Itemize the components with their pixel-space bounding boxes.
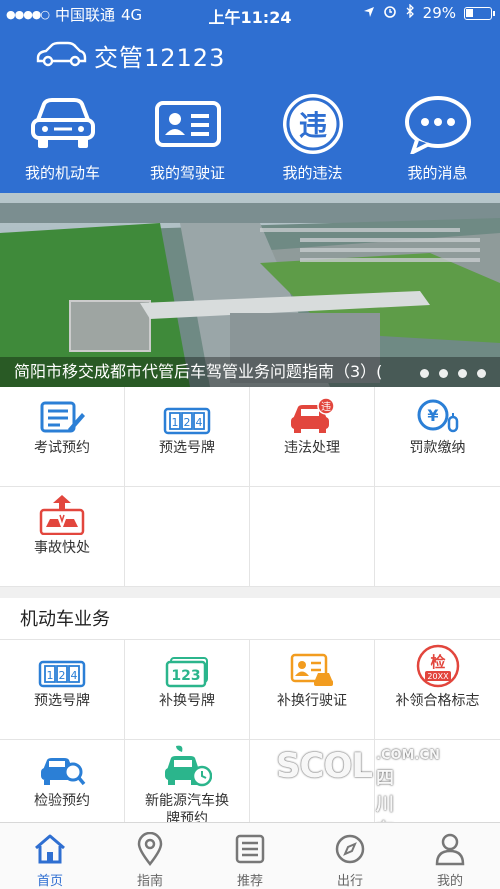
service-label: 补领合格标志 (395, 693, 480, 709)
svg-text:2: 2 (59, 669, 66, 682)
car-icon (0, 92, 125, 156)
svg-text:4: 4 (196, 416, 203, 429)
quick-nav-label: 我的驾驶证 (149, 164, 225, 182)
service-label: 补换行驶证 (277, 693, 347, 709)
service-fine-payment[interactable]: ¥ 罚款缴纳 (375, 387, 500, 487)
battery-percent: 29% (422, 4, 456, 22)
quick-nav-my-vehicle[interactable]: 我的机动车 (0, 92, 125, 190)
quick-nav-my-violation[interactable]: 违 我的违法 (250, 92, 375, 190)
alarm-icon (383, 4, 397, 22)
plate-replace-icon: 123 (125, 640, 249, 692)
service-label: 事故快处 (34, 540, 90, 556)
vehicle-service-plate-replace[interactable]: 123 补换号牌 (125, 640, 250, 740)
service-plate-select[interactable]: 1 2 4 预选号牌 (125, 387, 250, 487)
app-title-row: 交管12123 (34, 38, 225, 73)
section-title-vehicle: 机动车业务 (0, 598, 500, 640)
vehicle-service-plate-select[interactable]: 1 2 4 预选号牌 (0, 640, 125, 740)
status-bar: ●●●●○ 中国联通 4G 上午11:24 29% (0, 0, 500, 28)
svg-text:1: 1 (47, 669, 54, 682)
status-right: 29% (363, 3, 495, 22)
service-label: 预选号牌 (159, 440, 215, 456)
message-bubble-icon (375, 92, 500, 156)
compass-icon (300, 831, 400, 867)
driving-permit-icon (250, 640, 374, 692)
svg-text:4: 4 (71, 669, 78, 682)
vehicle-service-driving-permit[interactable]: 补换行驶证 (250, 640, 375, 740)
tab-label: 指南 (136, 874, 163, 889)
svg-text:违: 违 (321, 401, 331, 413)
tab-recommend[interactable]: 推荐 (200, 823, 300, 889)
location-arrow-icon (363, 4, 375, 22)
quick-nav-label: 我的机动车 (24, 164, 100, 182)
tab-travel[interactable]: 出行 (300, 823, 400, 889)
banner-dot[interactable] (458, 369, 467, 378)
service-label: 违法处理 (284, 440, 340, 456)
bluetooth-icon (405, 3, 415, 22)
service-violation-handle[interactable]: 违 违法处理 (250, 387, 375, 487)
service-accident-handle[interactable]: 事故快处 (0, 487, 125, 587)
battery-icon (464, 6, 495, 20)
service-label: 检验预约 (34, 793, 90, 809)
location-pin-icon (100, 831, 200, 867)
app-header: ●●●●○ 中国联通 4G 上午11:24 29% 交管12123 我的机动车 … (0, 0, 500, 193)
service-label: 预选号牌 (34, 693, 90, 709)
user-icon (400, 831, 500, 867)
tab-label: 推荐 (236, 874, 263, 889)
service-label: 补换号牌 (159, 693, 215, 709)
badge-top-text: 检 (430, 653, 445, 671)
svg-text:1: 1 (172, 416, 179, 429)
empty-cell (125, 487, 250, 587)
quick-nav-my-messages[interactable]: 我的消息 (375, 92, 500, 190)
vehicle-services-grid: 1 2 4 预选号牌 123 补换号牌 补换行驶证 检 20XX 补领合格标志 … (0, 640, 500, 840)
banner-dot[interactable] (420, 369, 429, 378)
empty-cell (375, 487, 500, 587)
quick-nav: 我的机动车 我的驾驶证 违 我的违法 我的消息 (0, 92, 500, 190)
service-exam-booking[interactable]: 考试预约 (0, 387, 125, 487)
quick-nav-my-license[interactable]: 我的驾驶证 (125, 92, 250, 190)
fine-payment-icon: ¥ (375, 387, 500, 439)
inspection-booking-icon (0, 740, 124, 792)
violation-handle-icon: 违 (250, 387, 374, 439)
quick-nav-label: 我的违法 (282, 164, 343, 182)
tab-home[interactable]: 首页 (0, 823, 100, 889)
badge-bottom-text: 20XX (427, 672, 449, 681)
tab-guide[interactable]: 指南 (100, 823, 200, 889)
svg-text:¥: ¥ (427, 406, 438, 425)
services-grid: 考试预约 1 2 4 预选号牌 违 违法处理 ¥ 罚款缴纳 事故快处 (0, 387, 500, 587)
tab-label: 出行 (336, 874, 363, 889)
quick-nav-label: 我的消息 (407, 164, 468, 182)
plate-select-icon: 1 2 4 (125, 387, 249, 439)
bottom-tab-bar: 首页 指南 推荐 出行 我的 (0, 822, 500, 889)
new-energy-car-icon (125, 740, 249, 792)
exam-booking-icon (0, 387, 124, 439)
app-title: 交管12123 (94, 44, 226, 72)
plate-select-icon: 1 2 4 (0, 640, 124, 692)
svg-text:违: 违 (298, 109, 326, 142)
license-card-icon (125, 92, 250, 156)
app-logo-car-icon (34, 40, 88, 72)
banner-dot[interactable] (439, 369, 448, 378)
svg-text:123: 123 (171, 668, 200, 684)
violation-circle-icon: 违 (250, 92, 375, 156)
tab-mine[interactable]: 我的 (400, 823, 500, 889)
empty-cell (250, 487, 375, 587)
service-label: 罚款缴纳 (409, 440, 466, 456)
list-icon (200, 831, 300, 867)
banner-dot[interactable] (477, 369, 486, 378)
svg-text:2: 2 (184, 416, 191, 429)
tab-label: 首页 (36, 874, 63, 889)
vehicle-service-inspection-badge[interactable]: 检 20XX 补领合格标志 (375, 640, 500, 740)
home-icon (0, 831, 100, 867)
banner-pagination (420, 369, 486, 378)
tab-label: 我的 (436, 874, 463, 889)
accident-handle-icon (0, 487, 124, 539)
inspection-badge-icon: 检 20XX (375, 640, 500, 692)
service-label: 考试预约 (34, 440, 90, 456)
news-banner[interactable]: 简阳市移交成都市代管后车驾管业务问题指南（3）( (0, 193, 500, 387)
